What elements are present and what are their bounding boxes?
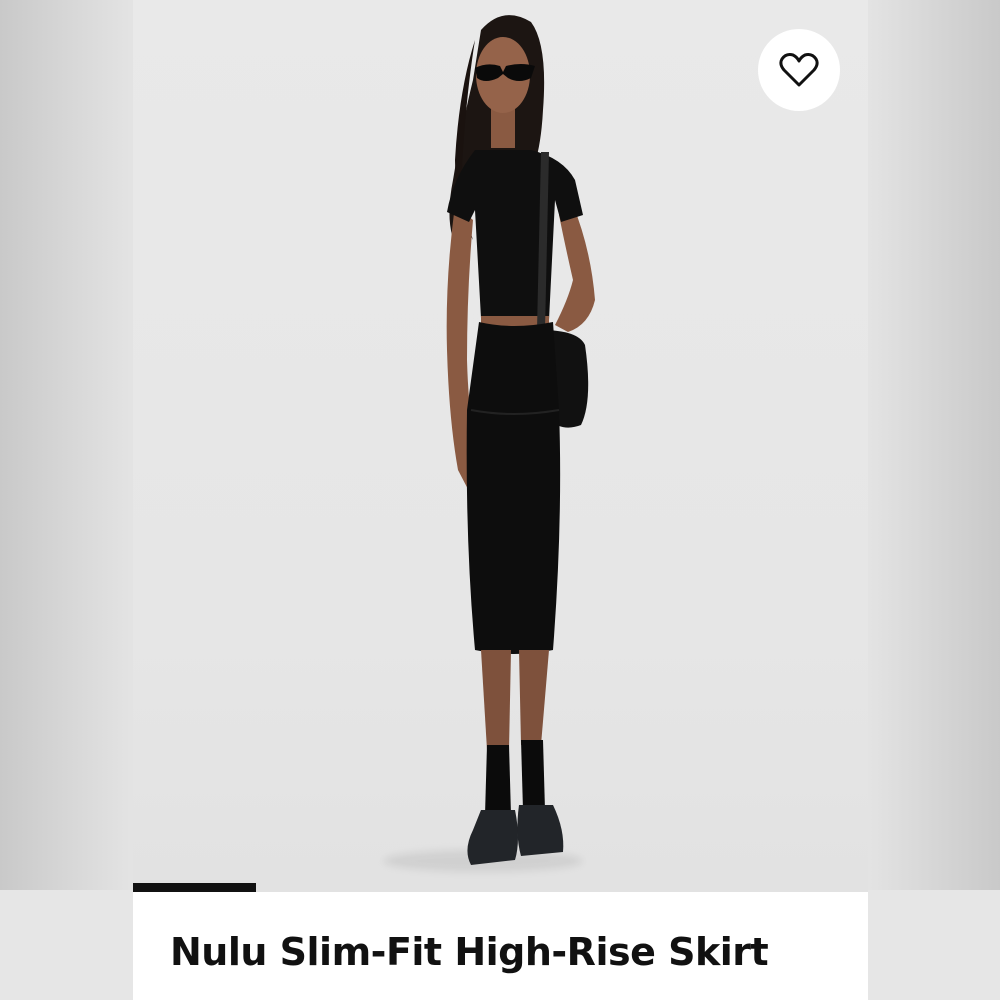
right-shoe — [517, 805, 564, 856]
gallery-progress-track — [133, 883, 868, 892]
favorite-button[interactable] — [758, 29, 840, 111]
gallery-progress-indicator — [133, 883, 256, 892]
model-figure — [446, 15, 595, 865]
black-skirt — [466, 322, 561, 654]
product-image[interactable] — [133, 0, 868, 892]
neck — [491, 108, 515, 148]
left-leg — [481, 650, 511, 750]
right-arm — [555, 205, 595, 332]
product-title: Nulu Slim-Fit High-Rise Skirt — [170, 930, 769, 974]
product-card: Nulu Slim-Fit High-Rise Skirt — [133, 0, 868, 1000]
left-shoe — [467, 810, 518, 865]
left-sock — [485, 745, 511, 815]
heart-outline-icon — [779, 53, 819, 87]
right-sock — [521, 740, 545, 810]
right-leg — [519, 650, 549, 745]
